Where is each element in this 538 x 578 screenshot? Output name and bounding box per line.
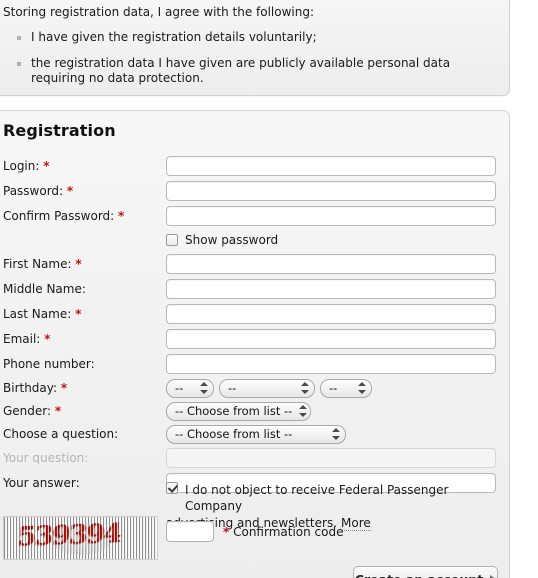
captcha-image[interactable]: 539394	[3, 516, 158, 560]
birthday-year-value: --	[329, 381, 338, 395]
birthday-day-value: --	[175, 381, 184, 395]
show-password-toggle[interactable]: Show password	[166, 233, 278, 247]
password-input[interactable]	[166, 181, 496, 201]
birthday-year-select[interactable]: --	[320, 378, 372, 398]
form-row-choose-question: Choose a question: -- Choose from list -…	[3, 423, 499, 445]
birthday-select-group: -- -- --	[166, 378, 372, 398]
last-name-label: Last Name: *	[3, 307, 166, 321]
form-row-login: Login: *	[3, 154, 499, 178]
newsletter-checkbox[interactable]	[166, 482, 178, 494]
form-row-middle-name: Middle Name:	[3, 277, 499, 301]
your-question-label: Your question:	[3, 451, 89, 465]
form-row-confirm-password: Confirm Password: *	[3, 204, 499, 228]
create-account-button-label: Create an account	[355, 572, 483, 578]
first-name-label: First Name: *	[3, 257, 166, 271]
login-label: Login: *	[3, 159, 166, 173]
password-label-text: Password:	[3, 184, 64, 198]
consent-item-text: the registration data I have given are p…	[31, 56, 451, 85]
required-asterisk: *	[60, 381, 68, 395]
confirmation-code-input[interactable]	[166, 521, 214, 542]
required-asterisk: *	[66, 184, 74, 198]
chevron-updown-icon	[298, 404, 308, 418]
gender-label-text: Gender:	[3, 404, 52, 418]
chevron-updown-icon	[357, 381, 367, 395]
required-asterisk: *	[75, 307, 82, 321]
email-label: Email: *	[3, 332, 166, 346]
phone-label: Phone number:	[3, 357, 95, 371]
registration-panel: Registration Login: * Password: * Confir…	[0, 110, 510, 578]
form-row-email: Email: *	[3, 327, 499, 351]
form-row-birthday: Birthday: * -- -- --	[3, 377, 499, 399]
last-name-label-text: Last Name:	[3, 307, 72, 321]
newsletter-text-line1: I do not object to receive Federal Passe…	[185, 483, 449, 513]
middle-name-input[interactable]	[166, 279, 496, 299]
email-label-text: Email:	[3, 332, 41, 346]
form-row-password: Password: *	[3, 179, 499, 203]
birthday-month-value: --	[228, 381, 237, 395]
captcha-code-text: 539394	[16, 518, 122, 553]
confirmation-code-caption: * Confirmation code	[223, 525, 344, 539]
required-asterisk: *	[223, 524, 230, 539]
chevron-updown-icon	[199, 381, 209, 395]
first-name-label-text: First Name:	[3, 257, 72, 271]
birthday-label-text: Birthday:	[3, 381, 58, 395]
chevron-updown-icon	[300, 381, 310, 395]
your-answer-label: Your answer:	[3, 476, 80, 490]
birthday-label: Birthday: *	[3, 381, 166, 395]
form-row-phone: Phone number:	[3, 352, 499, 376]
confirm-password-label: Confirm Password: *	[3, 209, 166, 223]
create-account-button[interactable]: Create an account	[353, 566, 498, 578]
gender-select[interactable]: -- Choose from list --	[166, 401, 311, 421]
email-field[interactable]	[166, 329, 496, 349]
form-row-show-password: Show password	[3, 229, 499, 251]
bullet-square-icon	[17, 62, 21, 66]
bullet-square-icon	[17, 36, 21, 40]
last-name-input[interactable]	[166, 304, 496, 324]
confirmation-code-caption-text: Confirmation code	[233, 524, 344, 539]
show-password-checkbox[interactable]	[166, 234, 178, 246]
more-link[interactable]: More	[341, 516, 371, 531]
login-input[interactable]	[166, 156, 496, 176]
required-asterisk: *	[54, 404, 62, 418]
form-row-your-question: Your question:	[3, 446, 499, 470]
consent-list: I have given the registration details vo…	[3, 30, 493, 86]
required-asterisk: *	[44, 332, 51, 346]
form-row-last-name: Last Name: *	[3, 302, 499, 326]
required-asterisk: *	[118, 209, 125, 223]
consent-lead-text: Storing registration data, I agree with …	[3, 5, 315, 19]
chevron-updown-icon	[331, 427, 341, 441]
required-asterisk: *	[75, 257, 82, 271]
consent-panel: Storing registration data, I agree with …	[0, 0, 510, 96]
gender-select-value: -- Choose from list --	[175, 404, 293, 418]
consent-list-item: the registration data I have given are p…	[3, 56, 493, 86]
form-row-gender: Gender: * -- Choose from list --	[3, 400, 499, 422]
choose-question-select[interactable]: -- Choose from list --	[166, 424, 346, 444]
confirm-password-label-text: Confirm Password:	[3, 209, 115, 223]
gender-label: Gender: *	[3, 404, 166, 418]
password-label: Password: *	[3, 184, 166, 198]
registration-page: Storing registration data, I agree with …	[0, 0, 538, 578]
form-row-first-name: First Name: *	[3, 252, 499, 276]
show-password-label: Show password	[185, 233, 279, 247]
choose-question-select-value: -- Choose from list --	[175, 427, 293, 441]
your-question-input	[166, 448, 496, 468]
confirm-password-input[interactable]	[166, 206, 496, 226]
login-label-text: Login:	[3, 159, 40, 173]
page-title: Registration	[3, 121, 116, 140]
first-name-input[interactable]	[166, 254, 496, 274]
phone-input[interactable]	[166, 354, 496, 374]
required-asterisk: *	[43, 159, 50, 173]
consent-item-text: I have given the registration details vo…	[31, 30, 317, 44]
choose-question-label: Choose a question:	[3, 427, 119, 441]
consent-list-item: I have given the registration details vo…	[3, 30, 493, 45]
birthday-month-select[interactable]: --	[219, 378, 315, 398]
captcha-input-row: * Confirmation code	[166, 521, 344, 542]
newsletter-toggle[interactable]: I do not object to receive Federal Passe…	[166, 482, 496, 514]
middle-name-label: Middle Name:	[3, 282, 86, 296]
birthday-day-select[interactable]: --	[166, 378, 214, 398]
